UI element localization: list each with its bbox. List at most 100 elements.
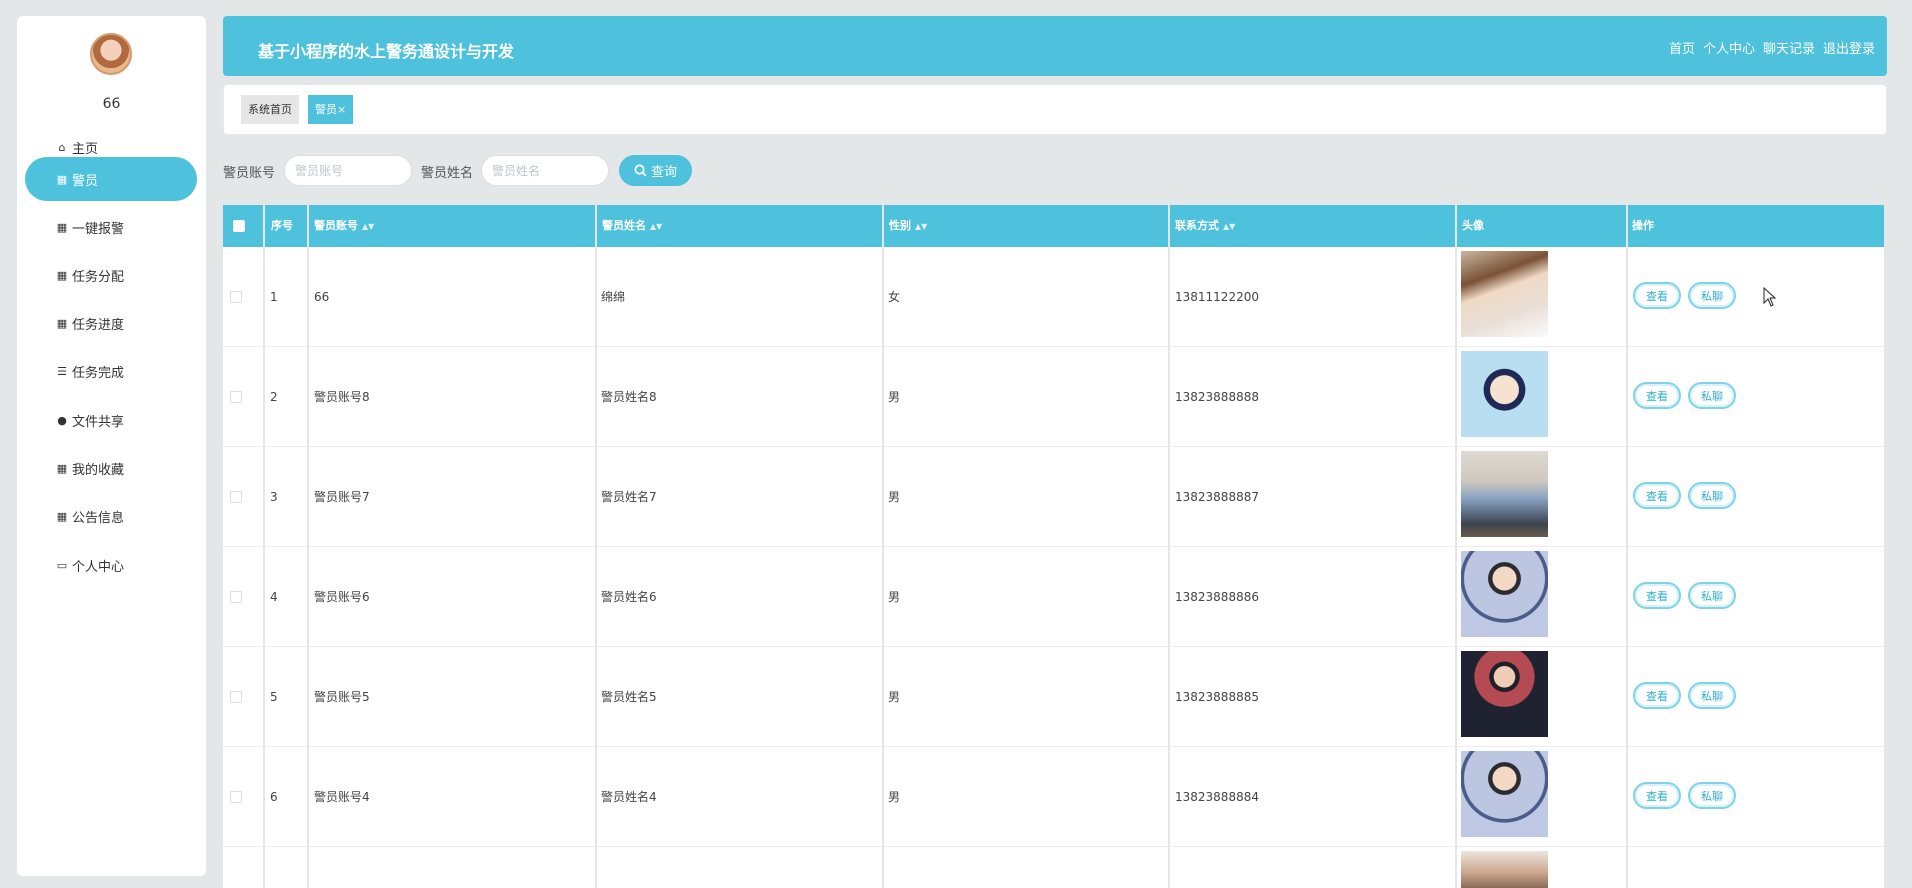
- row-account: 警员账号7: [314, 490, 370, 504]
- nav-home-link[interactable]: 首页: [1669, 38, 1695, 57]
- row-name: 警员姓名7: [601, 490, 657, 504]
- chat-button[interactable]: 私聊: [1688, 282, 1736, 309]
- sidebar-item-task-progress[interactable]: ▦ 任务进度: [25, 301, 197, 345]
- row-select-cell: [223, 547, 263, 646]
- header-no-label: 序号: [271, 219, 293, 232]
- header-actions-label: 操作: [1632, 219, 1654, 232]
- sort-icon[interactable]: ▲▼: [362, 222, 374, 231]
- table-header: 序号 警员账号 ▲▼ 警员姓名 ▲▼ 性别 ▲▼ 联系方式 ▲▼ 头像 操作: [223, 205, 1884, 247]
- home-icon: ⌂: [58, 140, 66, 154]
- sidebar-item-label: 主页: [72, 141, 99, 157]
- grid-icon: ▦: [56, 509, 68, 523]
- header-actions: 操作: [1627, 205, 1654, 247]
- row-no: 4: [270, 589, 278, 604]
- row-name: 警员姓名6: [601, 590, 657, 604]
- header-account[interactable]: 警员账号 ▲▼: [309, 205, 374, 247]
- avatar-photo: [1461, 251, 1548, 337]
- sidebar-item-label: 我的收藏: [72, 462, 125, 478]
- sort-icon[interactable]: ▲▼: [650, 222, 662, 231]
- row-select-cell: [223, 747, 263, 846]
- sidebar-item-alarm[interactable]: ▦ 一键报警: [25, 205, 197, 249]
- table-row: 2 警员账号8 警员姓名8 男 13823888888 查看 私聊: [223, 347, 1884, 447]
- chat-button[interactable]: 私聊: [1688, 582, 1736, 609]
- table-row: [223, 847, 1884, 888]
- row-phone: 13811122200: [1175, 289, 1259, 304]
- row-account: 警员账号5: [314, 690, 370, 704]
- grid-icon: ▦: [56, 172, 68, 186]
- select-all-checkbox[interactable]: [233, 220, 245, 232]
- sidebar-item-label: 文件共享: [72, 414, 125, 430]
- row-name: 绵绵: [601, 290, 626, 304]
- sidebar-item-police[interactable]: ▦ 警员: [25, 157, 197, 201]
- username: 66: [102, 96, 121, 112]
- tab-home[interactable]: 系统首页: [241, 95, 299, 124]
- row-no: 2: [270, 389, 278, 404]
- chat-button[interactable]: 私聊: [1688, 382, 1736, 409]
- sidebar-item-favorites[interactable]: ▦ 我的收藏: [25, 446, 197, 490]
- nav-logout-link[interactable]: 退出登录: [1823, 38, 1875, 57]
- account-input[interactable]: [284, 155, 412, 186]
- view-button[interactable]: 查看: [1633, 782, 1681, 809]
- column-divider: [595, 205, 597, 888]
- row-checkbox[interactable]: [230, 390, 242, 403]
- sidebar-item-profile[interactable]: ▭ 个人中心: [25, 543, 197, 587]
- view-button[interactable]: 查看: [1633, 482, 1681, 509]
- header-name[interactable]: 警员姓名 ▲▼: [597, 205, 662, 247]
- sidebar-item-task-done[interactable]: ☰ 任务完成: [25, 349, 197, 393]
- sidebar-item-label: 任务进度: [72, 317, 125, 333]
- row-phone: 13823888886: [1175, 589, 1259, 604]
- row-select-cell: [223, 447, 263, 546]
- avatar-photo: [1461, 851, 1548, 888]
- row-checkbox[interactable]: [230, 290, 242, 303]
- select-all[interactable]: [228, 205, 245, 247]
- sort-icon[interactable]: ▲▼: [1223, 222, 1235, 231]
- row-checkbox[interactable]: [230, 790, 242, 803]
- chat-button[interactable]: 私聊: [1688, 682, 1736, 709]
- row-checkbox[interactable]: [230, 490, 242, 503]
- view-button[interactable]: 查看: [1633, 582, 1681, 609]
- mouse-cursor-icon: [1763, 287, 1777, 307]
- row-checkbox[interactable]: [230, 690, 242, 703]
- user-avatar[interactable]: [90, 33, 132, 75]
- table-row: 4 警员账号6 警员姓名6 男 13823888886 查看 私聊: [223, 547, 1884, 647]
- sidebar-item-label: 一键报警: [72, 221, 125, 237]
- nav-chat-link[interactable]: 聊天记录: [1763, 38, 1815, 57]
- header-nav: 首页 个人中心 聊天记录 退出登录: [1669, 38, 1875, 57]
- chat-button[interactable]: 私聊: [1688, 782, 1736, 809]
- sidebar-item-notices[interactable]: ▦ 公告信息: [25, 494, 197, 538]
- column-divider: [882, 205, 884, 888]
- sidebar-item-file-share[interactable]: ● 文件共享: [25, 398, 197, 442]
- header-gender[interactable]: 性别 ▲▼: [884, 205, 927, 247]
- row-checkbox[interactable]: [230, 590, 242, 603]
- close-icon[interactable]: ×: [337, 103, 346, 116]
- avatar-photo: [1461, 651, 1548, 737]
- row-account: 警员账号6: [314, 590, 370, 604]
- tab-label: 警员: [315, 103, 337, 116]
- view-button[interactable]: 查看: [1633, 382, 1681, 409]
- chat-button[interactable]: 私聊: [1688, 482, 1736, 509]
- pin-icon: ●: [57, 413, 67, 427]
- avatar-photo: [1461, 451, 1548, 537]
- sidebar-item-label: 个人中心: [72, 559, 125, 575]
- search-button-label: 查询: [650, 165, 677, 180]
- row-account: 66: [314, 289, 330, 304]
- name-input[interactable]: [481, 155, 609, 186]
- grid-icon: ▦: [56, 268, 68, 282]
- view-button[interactable]: 查看: [1633, 282, 1681, 309]
- row-phone: 13823888887: [1175, 489, 1259, 504]
- tab-police[interactable]: 警员×: [308, 95, 354, 124]
- table-row: 6 警员账号4 警员姓名4 男 13823888884 查看 私聊: [223, 747, 1884, 847]
- nav-profile-link[interactable]: 个人中心: [1703, 38, 1755, 57]
- column-divider: [1168, 205, 1170, 888]
- account-label: 警员账号: [223, 166, 276, 181]
- header-phone[interactable]: 联系方式 ▲▼: [1170, 205, 1235, 247]
- sidebar-item-task-assign[interactable]: ▦ 任务分配: [25, 253, 197, 297]
- grid-icon: ▦: [56, 220, 68, 234]
- search-button[interactable]: 查询: [619, 155, 692, 186]
- sort-icon[interactable]: ▲▼: [915, 222, 927, 231]
- header-gender-label: 性别: [889, 219, 911, 232]
- avatar-photo: [1461, 751, 1548, 837]
- avatar-photo: [1461, 551, 1548, 637]
- row-phone: 13823888885: [1175, 689, 1259, 704]
- view-button[interactable]: 查看: [1633, 682, 1681, 709]
